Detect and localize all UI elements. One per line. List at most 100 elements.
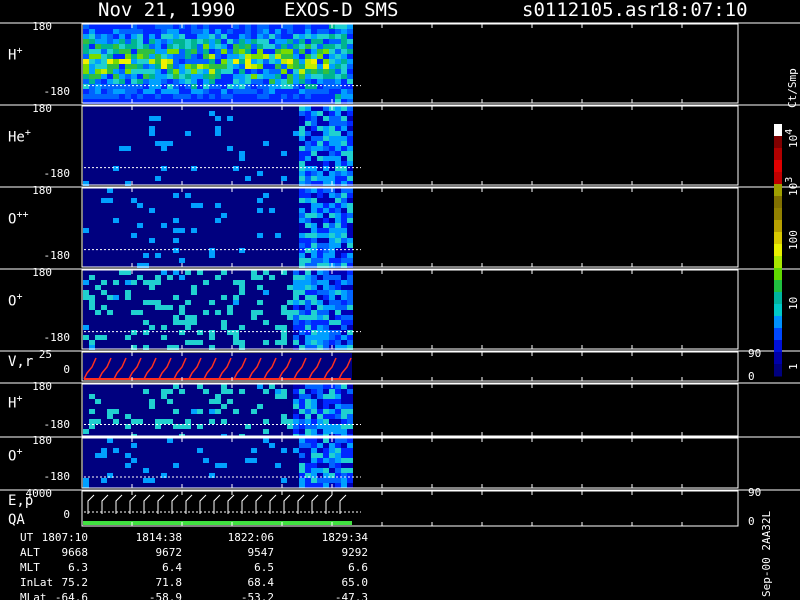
spectrogram-cell bbox=[227, 59, 233, 64]
spectrogram-cell bbox=[167, 305, 173, 310]
spectrogram-cell bbox=[143, 300, 149, 305]
spectrogram-cell bbox=[317, 171, 323, 176]
spectrogram-cell bbox=[161, 44, 167, 49]
spectrogram-cell bbox=[107, 198, 113, 203]
right-top-label: 90 bbox=[748, 486, 761, 499]
spectrogram-cell bbox=[137, 223, 143, 228]
spectrogram-cell bbox=[167, 39, 173, 44]
spectrogram-cell bbox=[143, 39, 149, 44]
spectrogram-cell bbox=[149, 399, 155, 404]
spectrogram-cell bbox=[89, 39, 95, 44]
spectrogram-cell bbox=[113, 89, 119, 94]
spectrogram-cell bbox=[341, 463, 347, 468]
spectrogram-cell bbox=[185, 315, 191, 320]
spectrogram-cell bbox=[119, 270, 125, 275]
spectrogram-cell bbox=[347, 443, 353, 448]
spectrogram-cell bbox=[179, 39, 185, 44]
spectrogram-cell bbox=[119, 69, 125, 74]
spectrogram-cell bbox=[203, 49, 209, 54]
spectrogram-cell bbox=[95, 89, 101, 94]
spectrogram-cell bbox=[317, 188, 323, 193]
spectrogram-cell bbox=[299, 325, 305, 330]
spectrogram-cell bbox=[323, 248, 329, 253]
spectrogram-cell bbox=[311, 429, 317, 434]
colorbar-swatch bbox=[774, 136, 782, 149]
spectrogram-cell bbox=[149, 64, 155, 69]
spectrogram-cell bbox=[89, 69, 95, 74]
spectrogram-cell bbox=[347, 448, 353, 453]
spectrogram-cell bbox=[119, 34, 125, 39]
colorbar-swatch bbox=[774, 340, 782, 353]
spectrogram-cell bbox=[341, 458, 347, 463]
spectrogram-cell bbox=[347, 478, 353, 483]
spectrogram-cell bbox=[185, 29, 191, 34]
spectrogram-cell bbox=[341, 443, 347, 448]
spectrogram-cell bbox=[305, 438, 311, 443]
spectrogram-cell bbox=[293, 340, 299, 345]
spectrogram-cell bbox=[113, 74, 119, 79]
spectrogram-cell bbox=[341, 404, 347, 409]
spectrogram-cell bbox=[281, 151, 287, 156]
spectrogram-cell bbox=[155, 176, 161, 181]
spectrogram-cell bbox=[347, 74, 353, 79]
spectrogram-cell bbox=[221, 419, 227, 424]
spectrogram-cell bbox=[347, 29, 353, 34]
spectrogram-cell bbox=[197, 69, 203, 74]
spectrogram-cell bbox=[209, 94, 215, 99]
spectrogram-cell bbox=[293, 409, 299, 414]
spectrogram-cell bbox=[317, 243, 323, 248]
spectrogram-cell bbox=[275, 34, 281, 39]
spectrogram-cell bbox=[83, 280, 89, 285]
spectrogram-cell bbox=[323, 295, 329, 300]
spectrogram-cell bbox=[215, 94, 221, 99]
spectrogram-cell bbox=[263, 74, 269, 79]
spectrogram-cell bbox=[161, 64, 167, 69]
spectrogram-cell bbox=[173, 34, 179, 39]
spectrogram-cell bbox=[239, 24, 245, 29]
spectrogram-cell bbox=[95, 29, 101, 34]
spectrogram-cell bbox=[155, 280, 161, 285]
spectrogram-cell bbox=[341, 320, 347, 325]
spectrogram-cell bbox=[311, 111, 317, 116]
spectrogram-cell bbox=[161, 146, 167, 151]
spectrogram-cell bbox=[341, 243, 347, 248]
spectrogram-cell bbox=[311, 176, 317, 181]
spectrogram-cell bbox=[101, 280, 107, 285]
spectrogram-cell bbox=[323, 126, 329, 131]
spectrogram-cell bbox=[269, 384, 275, 389]
spectrogram-cell bbox=[299, 453, 305, 458]
spectrogram-cell bbox=[191, 285, 197, 290]
spectrogram-cell bbox=[335, 171, 341, 176]
spectrogram-cell bbox=[335, 161, 341, 166]
spectrogram-cell bbox=[197, 59, 203, 64]
footer-value: 1822:06 bbox=[228, 531, 274, 544]
spectrogram-cell bbox=[323, 270, 329, 275]
spectrogram-cell bbox=[323, 429, 329, 434]
spectrogram-cell bbox=[305, 223, 311, 228]
colorbar-swatch bbox=[774, 304, 782, 317]
spectrogram-cell bbox=[299, 146, 305, 151]
spectrogram-cell bbox=[311, 300, 317, 305]
spectrogram-cell bbox=[311, 188, 317, 193]
spectrogram-cell bbox=[185, 325, 191, 330]
spectrogram-cell bbox=[335, 151, 341, 156]
spectrogram-cell bbox=[335, 453, 341, 458]
spectrogram-cell bbox=[347, 198, 353, 203]
spectrogram-cell bbox=[341, 453, 347, 458]
spectrogram-cell bbox=[197, 203, 203, 208]
spectrogram-cell bbox=[167, 59, 173, 64]
spectrogram-cell bbox=[173, 248, 179, 253]
spectrogram-cell bbox=[317, 300, 323, 305]
spectrogram-cell bbox=[305, 89, 311, 94]
spectrogram-cell bbox=[113, 166, 119, 171]
spectrogram-cell bbox=[209, 64, 215, 69]
spectrogram-cell bbox=[311, 106, 317, 111]
spectrogram-cell bbox=[179, 49, 185, 54]
spectrogram-cell bbox=[233, 44, 239, 49]
spectrogram-cell bbox=[293, 399, 299, 404]
spectrogram-cell bbox=[305, 468, 311, 473]
spectrogram-cell bbox=[329, 295, 335, 300]
spectrogram-cell bbox=[329, 89, 335, 94]
spectrogram-cell bbox=[101, 64, 107, 69]
spectrogram-cell bbox=[95, 419, 101, 424]
